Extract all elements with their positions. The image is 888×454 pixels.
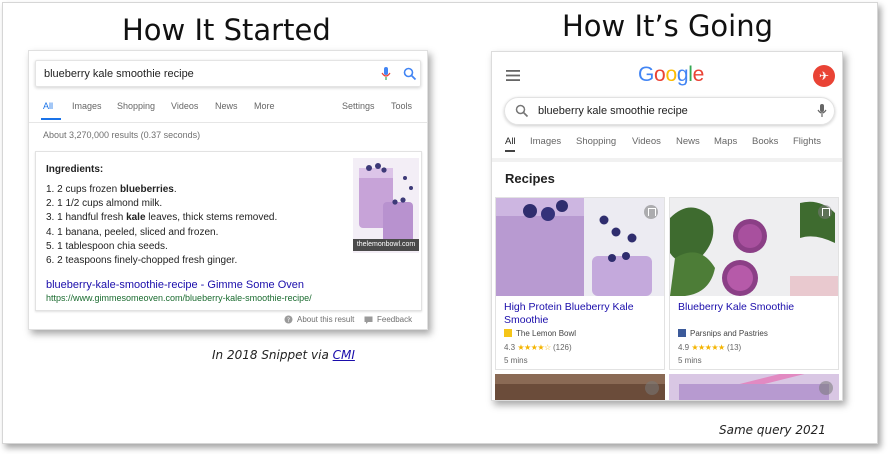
old-tab-bar: All Images Shopping Videos News More Set… bbox=[29, 101, 427, 123]
mic-icon[interactable] bbox=[381, 67, 391, 81]
old-search-box[interactable]: blueberry kale smoothie recipe bbox=[35, 60, 421, 87]
old-tab-settings[interactable]: Settings bbox=[342, 101, 375, 111]
list-item: 1. 2 cups frozen blueberries. bbox=[46, 184, 177, 195]
new-search-query: blueberry kale smoothie recipe bbox=[538, 105, 688, 117]
recipe-time: 5 mins bbox=[678, 356, 702, 365]
recipe-source: The Lemon Bowl bbox=[504, 329, 576, 338]
recipe-card[interactable] bbox=[495, 374, 665, 400]
recipe-card[interactable]: Blueberry Kale Smoothie Parsnips and Pas… bbox=[669, 197, 839, 370]
image-source-label: thelemonbowl.com bbox=[353, 239, 419, 251]
new-tab-books[interactable]: Books bbox=[752, 136, 778, 147]
hamburger-menu-icon[interactable] bbox=[506, 70, 520, 81]
old-tab-all[interactable]: All bbox=[43, 101, 53, 111]
account-avatar[interactable]: ✈ bbox=[813, 65, 835, 87]
title-how-it-started: How It Started bbox=[122, 13, 331, 47]
star-rating-icon: ★★★★★ bbox=[691, 343, 725, 352]
old-tab-more[interactable]: More bbox=[254, 101, 275, 111]
cmi-link[interactable]: CMI bbox=[333, 348, 355, 362]
divider bbox=[29, 122, 427, 123]
new-tab-maps[interactable]: Maps bbox=[714, 136, 737, 147]
bookmark-icon[interactable] bbox=[818, 205, 832, 219]
feedback-icon bbox=[364, 316, 373, 324]
search-icon[interactable] bbox=[515, 104, 529, 118]
recipe-time: 5 mins bbox=[504, 356, 528, 365]
search-icon[interactable] bbox=[403, 67, 417, 81]
new-tab-videos[interactable]: Videos bbox=[632, 136, 661, 147]
list-item: 5. 1 tablespoon chia seeds. bbox=[46, 240, 168, 252]
google-logo[interactable]: Google bbox=[638, 63, 704, 87]
active-tab-indicator bbox=[41, 118, 61, 120]
recipe-source: Parsnips and Pastries bbox=[678, 329, 768, 338]
divider bbox=[492, 158, 842, 162]
old-search-query: blueberry kale smoothie recipe bbox=[44, 68, 194, 80]
caption-2018: In 2018 Snippet via CMI bbox=[212, 348, 355, 362]
recipe-title[interactable]: High Protein Blueberry Kale Smoothie bbox=[504, 301, 660, 327]
result-link[interactable]: blueberry-kale-smoothie-recipe - Gimme S… bbox=[46, 279, 304, 291]
bookmark-icon[interactable] bbox=[819, 381, 833, 395]
star-rating-icon: ★★★★☆ bbox=[517, 343, 551, 352]
list-item: 3. 1 handful fresh kale leaves, thick st… bbox=[46, 212, 278, 224]
result-count: About 3,270,000 results (0.37 seconds) bbox=[43, 130, 201, 140]
svg-text:?: ? bbox=[287, 317, 290, 324]
recipe-rating: 4.3 ★★★★☆ (126) bbox=[504, 343, 572, 352]
recipe-title[interactable]: Blueberry Kale Smoothie bbox=[678, 301, 834, 314]
list-item: 4. 1 banana, peeled, sliced and frozen. bbox=[46, 226, 219, 238]
source-logo-icon bbox=[678, 329, 686, 337]
recipes-heading: Recipes bbox=[505, 171, 555, 186]
new-serp-screenshot: Google ✈ blueberry kale smoothie recipe … bbox=[491, 51, 843, 401]
ingredient-list: 1. 2 cups frozen blueberries. 2. 1 1/2 c… bbox=[46, 183, 277, 268]
caption-2021: Same query 2021 bbox=[719, 423, 826, 437]
title-how-its-going: How It’s Going bbox=[562, 9, 774, 43]
new-tab-bar: All Images Shopping Videos News Maps Boo… bbox=[492, 136, 842, 156]
recipe-image bbox=[670, 198, 838, 296]
old-tab-videos[interactable]: Videos bbox=[171, 101, 198, 111]
about-this-result-link[interactable]: About this result bbox=[297, 315, 354, 324]
featured-snippet: Ingredients: 1. 2 cups frozen blueberrie… bbox=[35, 151, 422, 311]
recipe-rating: 4.9 ★★★★★ (13) bbox=[678, 343, 742, 352]
new-tab-news[interactable]: News bbox=[676, 136, 700, 147]
recipe-image bbox=[496, 198, 664, 296]
new-tab-images[interactable]: Images bbox=[530, 136, 561, 147]
list-item: 6. 2 teaspoons finely-chopped fresh ging… bbox=[46, 255, 238, 267]
snippet-heading: Ingredients: bbox=[46, 164, 104, 175]
recipe-card[interactable] bbox=[669, 374, 839, 400]
new-search-box[interactable]: blueberry kale smoothie recipe bbox=[504, 97, 835, 125]
old-tab-tools[interactable]: Tools bbox=[391, 101, 412, 111]
list-item: 2. 1 1/2 cups almond milk. bbox=[46, 198, 163, 210]
bookmark-icon[interactable] bbox=[645, 381, 659, 395]
old-tab-news[interactable]: News bbox=[215, 101, 238, 111]
feedback-link[interactable]: Feedback bbox=[377, 315, 412, 324]
help-icon: ? bbox=[284, 315, 293, 324]
source-logo-icon bbox=[504, 329, 512, 337]
old-tab-shopping[interactable]: Shopping bbox=[117, 101, 155, 111]
active-tab-indicator bbox=[505, 150, 515, 152]
new-tab-all[interactable]: All bbox=[505, 136, 516, 147]
old-serp-screenshot: blueberry kale smoothie recipe All Image… bbox=[28, 50, 428, 330]
old-tab-images[interactable]: Images bbox=[72, 101, 102, 111]
new-tab-shopping[interactable]: Shopping bbox=[576, 136, 616, 147]
result-url: https://www.gimmesomeoven.com/blueberry-… bbox=[46, 293, 312, 303]
mic-icon[interactable] bbox=[817, 104, 827, 118]
new-tab-flights[interactable]: Flights bbox=[793, 136, 821, 147]
bookmark-icon[interactable] bbox=[644, 205, 658, 219]
recipe-card[interactable]: High Protein Blueberry Kale Smoothie The… bbox=[495, 197, 665, 370]
